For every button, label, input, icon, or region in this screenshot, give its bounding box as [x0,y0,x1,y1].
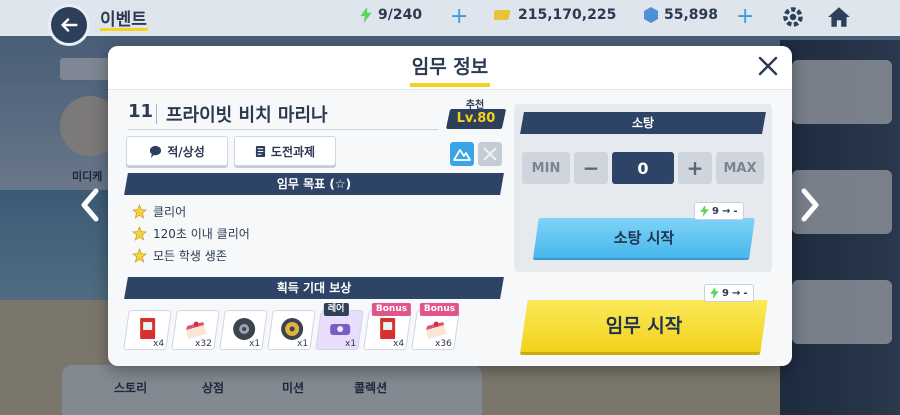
modal-title: 임무 정보 [411,56,489,78]
arrow-right-icon: → [731,287,741,299]
recommended-level-value: Lv.80 [456,111,496,126]
challenge-button[interactable]: 도전과제 [234,136,336,166]
bonus-tag: Bonus [419,303,460,316]
mission-start-button[interactable]: 임무 시작 [520,300,768,352]
credit-icon [494,10,511,20]
gear-icon[interactable] [780,4,806,30]
sweep-count[interactable]: 0 [612,152,674,184]
stage-number: 11 [128,101,154,122]
gem-icon [644,7,658,23]
rare-tag: 레어 [323,303,349,316]
sweep-start-button[interactable]: 소탕 시작 [533,218,755,258]
chat-bubble-icon [150,145,162,158]
modal-title-underline [410,83,490,87]
reward-qty: x1 [296,339,309,349]
arrow-right-icon: → [721,205,731,217]
sweep-header: 소탕 [520,112,766,134]
reward-qty: x4 [152,339,165,349]
mission-goals-header: 임무 목표 (☆) [124,173,504,195]
star-icon [132,204,147,219]
challenge-label: 도전과제 [270,144,316,159]
ap-counter: 9/240 [360,7,422,23]
reward-item[interactable]: Bonus x4 [363,303,412,350]
credit-counter: 215,170,225 [494,7,616,23]
goal-text: 모든 학생 생존 [153,249,227,263]
mission-cost-after: - [743,287,748,299]
rewards-header: 획득 기대 보상 [124,277,504,299]
stage-underline [128,129,438,130]
sweep-start-label: 소탕 시작 [613,229,675,247]
disabled-x-icon [478,142,502,166]
arrow-left-icon [60,18,78,32]
back-button[interactable] [48,4,90,46]
reward-item[interactable]: x1 [219,310,268,350]
rewards-title: 획득 기대 보상 [276,281,352,295]
reward-item[interactable]: 레어 x1 [315,303,364,350]
star-icon [132,226,147,241]
ap-value: 9/240 [378,7,423,23]
reward-qty: x32 [195,339,213,349]
sweep-title: 소탕 [631,116,655,130]
sweep-cost-value: 9 [712,205,719,217]
stage-divider [156,104,157,124]
add-ap-button[interactable]: + [450,6,468,28]
reward-qty: x4 [392,339,405,349]
goal-text: 120초 이내 클리어 [153,227,250,241]
reward-item[interactable]: Bonus x36 [411,303,460,350]
reward-item[interactable]: x1 [267,310,316,350]
top-bar: 이벤트 9/240 + 215,170,225 55,898 + [0,0,900,36]
sweep-cost-after: - [733,205,738,217]
star-icon [132,248,147,263]
gem-value: 55,898 [664,7,719,23]
mission-cost-value: 9 [722,287,729,299]
home-icon[interactable] [826,4,852,30]
reward-item[interactable]: x4 [123,310,172,350]
energy-bolt-icon [710,287,719,299]
reward-qty: x36 [435,339,453,349]
goal-item: 클리어 [132,203,186,220]
sweep-plus-button[interactable]: + [678,152,712,184]
gem-counter: 55,898 [644,7,718,23]
sweep-min-button[interactable]: MIN [522,152,570,184]
enemy-info-button[interactable]: 적/상성 [126,136,228,166]
energy-bolt-icon [360,7,372,23]
enemy-info-label: 적/상성 [167,144,205,159]
sweep-max-button[interactable]: MAX [716,152,764,184]
credit-value: 215,170,225 [518,7,617,23]
add-gem-button[interactable]: + [736,6,754,28]
stage-name: 프라이빗 비치 마리나 [166,105,328,126]
reward-item[interactable]: x32 [171,310,220,350]
sweep-minus-button[interactable]: − [574,152,608,184]
mission-cost-tooltip: 9 → - [704,284,754,302]
page-title: 이벤트 [100,10,147,30]
next-stage-arrow-icon[interactable] [794,185,824,225]
mission-goals-title: 임무 목표 (☆) [276,177,352,191]
close-icon[interactable] [754,52,782,80]
recommended-level: 추천 Lv.80 [445,96,507,130]
goal-text: 클리어 [153,205,187,219]
document-icon [255,145,265,157]
modal-header: 임무 정보 [108,46,792,90]
reward-qty: x1 [248,339,261,349]
prev-stage-arrow-icon[interactable] [76,185,106,225]
goal-item: 모든 학생 생존 [132,247,227,264]
sweep-cost-tooltip: 9 → - [694,202,744,220]
goal-item: 120초 이내 클리어 [132,225,250,242]
reward-qty: x1 [344,339,357,349]
mission-start-label: 임무 시작 [605,315,683,337]
terrain-icon[interactable] [450,142,474,166]
bonus-tag: Bonus [371,303,412,316]
energy-bolt-icon [700,205,709,217]
recommended-level-badge: Lv.80 [445,109,507,129]
title-underline [100,28,148,31]
mission-info-modal: 임무 정보 11 프라이빗 비치 마리나 추천 Lv.80 적/상성 도전과제 [108,46,792,366]
